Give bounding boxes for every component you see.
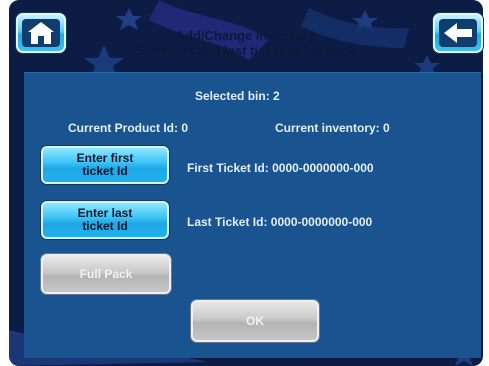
page-header: Add/Change Inventory Scan first and last… — [115, 28, 375, 58]
enter-first-ticket-button[interactable]: Enter first ticket Id — [41, 146, 169, 184]
current-product-id-label: Current Product Id: 0 — [68, 121, 189, 135]
back-arrow-icon — [439, 19, 477, 47]
last-ticket-id-label: Last Ticket Id: 0000-0000000-000 — [187, 215, 373, 229]
home-icon — [22, 19, 60, 47]
selected-bin-label: Selected bin: 2 — [195, 89, 280, 103]
screen-frame: Add/Change Inventory Scan first and last… — [0, 0, 489, 366]
page-title: Add/Change Inventory — [175, 28, 315, 43]
full-pack-button[interactable]: Full Pack — [41, 254, 171, 294]
content-panel: Selected bin: 2 Current Product Id: 0 Cu… — [24, 72, 481, 358]
back-button[interactable] — [433, 13, 483, 53]
page-subtitle: Scan first and last ticket in the pack — [134, 43, 356, 58]
home-button[interactable] — [16, 13, 66, 53]
enter-first-ticket-label-line2: ticket Id — [82, 164, 128, 178]
enter-last-ticket-label-line2: ticket Id — [82, 219, 128, 233]
current-inventory-label: Current inventory: 0 — [275, 121, 390, 135]
first-ticket-id-label: First Ticket Id: 0000-0000000-000 — [187, 161, 374, 175]
ok-button[interactable]: OK — [191, 300, 319, 342]
enter-last-ticket-button[interactable]: Enter last ticket Id — [41, 201, 169, 239]
